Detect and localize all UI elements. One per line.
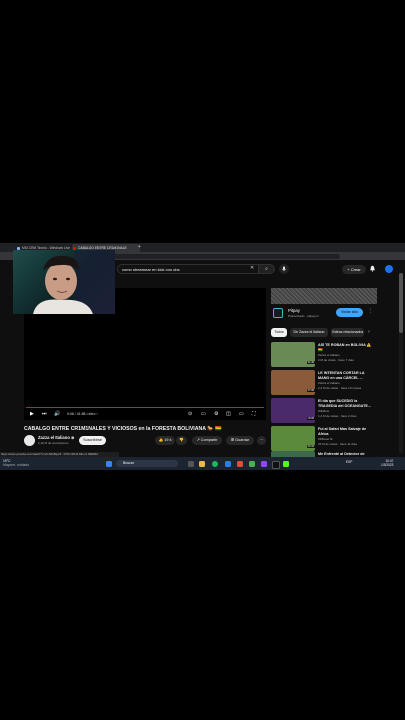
- recommendation-title[interactable]: Me Enfrenté al Detector de: [318, 452, 376, 457]
- volume-icon[interactable]: 🔊: [54, 411, 60, 417]
- ad-banner-image[interactable]: [271, 288, 377, 304]
- chip-from-channel[interactable]: De Zazza el Italiano: [290, 328, 328, 337]
- recommendation-meta: 2,4 M de vistas · hace 10 meses: [318, 385, 362, 390]
- recommendation-channel[interactable]: Zazza el Italiano: [318, 381, 340, 385]
- windows-taskbar: 19°C Mayorm. nublado Buscar ESP 10:47 1/…: [0, 457, 405, 470]
- spotify-icon[interactable]: [212, 460, 218, 467]
- channel-avatar[interactable]: [24, 435, 35, 446]
- chips-next-icon[interactable]: ›: [368, 328, 370, 337]
- subscriber-count: 2,19 M de suscriptores: [38, 441, 69, 445]
- recommendation-meta: 1,2 M de vistas · hace 2 días: [318, 413, 357, 418]
- chip-related[interactable]: Videos relacionados: [331, 328, 364, 337]
- progress-bar-fill: [26, 407, 29, 409]
- miniplayer-icon[interactable]: ◫: [226, 411, 231, 417]
- video-title: CABALGO ENTRE CR1M1NALES Y VICIOSOS en l…: [24, 426, 222, 432]
- ad-more-icon[interactable]: ⋮: [368, 308, 373, 314]
- kick-icon[interactable]: [283, 460, 289, 467]
- bell-icon: [370, 265, 375, 272]
- create-button[interactable]: + Crear: [342, 265, 366, 274]
- obs-icon[interactable]: [261, 460, 267, 467]
- clear-search-icon[interactable]: ✕: [250, 265, 254, 271]
- scrollbar-thumb[interactable]: [399, 273, 403, 333]
- chip-all[interactable]: Todos: [271, 328, 287, 337]
- clock-date: 1/3/2023: [381, 463, 394, 467]
- ad-title: Pitpay: [288, 308, 300, 313]
- mic-icon-svg: [281, 266, 287, 271]
- dislike-button[interactable]: 👎: [176, 436, 187, 445]
- recommendation-meta: 31 M de vistas · hace 11 días: [318, 441, 357, 446]
- autoplay-toggle[interactable]: ⊙: [188, 411, 192, 417]
- next-video-icon[interactable]: ⏭: [42, 411, 47, 417]
- notifications-bell-icon[interactable]: [369, 265, 376, 274]
- like-button[interactable]: 👍 19 k: [155, 436, 175, 445]
- save-button[interactable]: ⊞ Guardar: [226, 436, 254, 445]
- video-duration: 37:08: [306, 389, 315, 392]
- share-button[interactable]: ↗ Compartir: [192, 436, 222, 445]
- search-button[interactable]: ⌕: [259, 264, 275, 274]
- recommendation-title[interactable]: ASÍ TE ROBAN en BOLIVIA ⚠️ 🇧🇴: [318, 343, 376, 352]
- edge-icon[interactable]: [225, 460, 231, 467]
- recommendation-channel[interactable]: MrBeast ⊗: [318, 437, 333, 441]
- chrome-icon[interactable]: [249, 460, 255, 467]
- recommendation-channel[interactable]: Wikiflow: [318, 409, 329, 413]
- recommendation-title[interactable]: LE INTENTAN CORTAR LA MANO en una CÁRCEL…: [318, 371, 376, 380]
- recommendation-item[interactable]: 31:49 ASÍ TE ROBAN en BOLIVIA ⚠️ 🇧🇴 Zazz…: [271, 342, 381, 368]
- desktop-screen: MSI CRM Tecnio - Windows Live CABALGO EN…: [0, 243, 405, 470]
- weather-desc: Mayorm. nublado: [3, 463, 30, 467]
- taskbar-search[interactable]: Buscar: [116, 460, 178, 467]
- player-time: 0:06 / 41:58 • intro ›: [67, 412, 98, 416]
- video-duration: 18:08: [306, 417, 315, 420]
- tiktok-icon[interactable]: [272, 460, 280, 469]
- ad-visit-button[interactable]: Visitar sitio: [336, 308, 363, 317]
- video-duration: 20:43: [306, 445, 315, 448]
- progress-bar-track[interactable]: [26, 407, 264, 409]
- subscribe-button[interactable]: Suscribirse: [79, 436, 106, 445]
- play-icon[interactable]: ▶: [30, 411, 34, 417]
- streamer-face-image: [33, 250, 115, 314]
- windows-start-icon[interactable]: [106, 460, 112, 467]
- subtitles-icon[interactable]: ▭: [201, 411, 206, 417]
- settings-gear-icon[interactable]: ⚙: [214, 411, 218, 417]
- recommendation-item[interactable]: 37:08 LE INTENTAN CORTAR LA MANO en una …: [271, 370, 381, 396]
- weather-widget[interactable]: 19°C Mayorm. nublado: [3, 459, 29, 467]
- video-duration: 31:49: [306, 361, 315, 364]
- mic-icon[interactable]: [279, 264, 289, 274]
- app-icon[interactable]: [237, 460, 243, 467]
- ad-logo-icon: [273, 308, 283, 318]
- recommendation-channel[interactable]: Zazza el Italiano: [318, 353, 340, 357]
- taskbar-clock[interactable]: 10:47 1/3/2023: [381, 459, 393, 467]
- account-avatar[interactable]: [385, 265, 393, 273]
- new-tab-button[interactable]: +: [138, 243, 141, 252]
- file-explorer-icon[interactable]: [199, 460, 205, 467]
- theater-mode-icon[interactable]: ▭: [239, 411, 244, 417]
- recommendation-item[interactable]: 20:43 Fui al Safari Mas Salvaje de Afric…: [271, 426, 381, 452]
- channel-name[interactable]: Zazza el Italiano ⊗: [38, 435, 75, 440]
- taskview-icon[interactable]: [188, 460, 194, 467]
- more-actions-button[interactable]: ⋯: [257, 436, 266, 445]
- recommendation-item[interactable]: 18:08 El día que SUCEDIÓ la TRAGEDIA del…: [271, 398, 381, 424]
- recommendation-meta: 2 M de vistas · hace 7 días: [318, 357, 354, 362]
- recommendation-title[interactable]: Fui al Safari Mas Salvaje de Africa: [318, 427, 376, 436]
- recommendation-title[interactable]: El día que SUCEDIÓ la TRAGEDIA del OCEAN…: [318, 399, 376, 408]
- fullscreen-icon[interactable]: ⛶: [252, 411, 256, 417]
- search-input[interactable]: como streamear en kick con obs: [117, 264, 259, 274]
- system-tray-language[interactable]: ESP: [346, 460, 352, 464]
- webcam-overlay: [13, 250, 115, 314]
- ad-sponsor: Patrocinado · pitpay.cl: [288, 314, 319, 318]
